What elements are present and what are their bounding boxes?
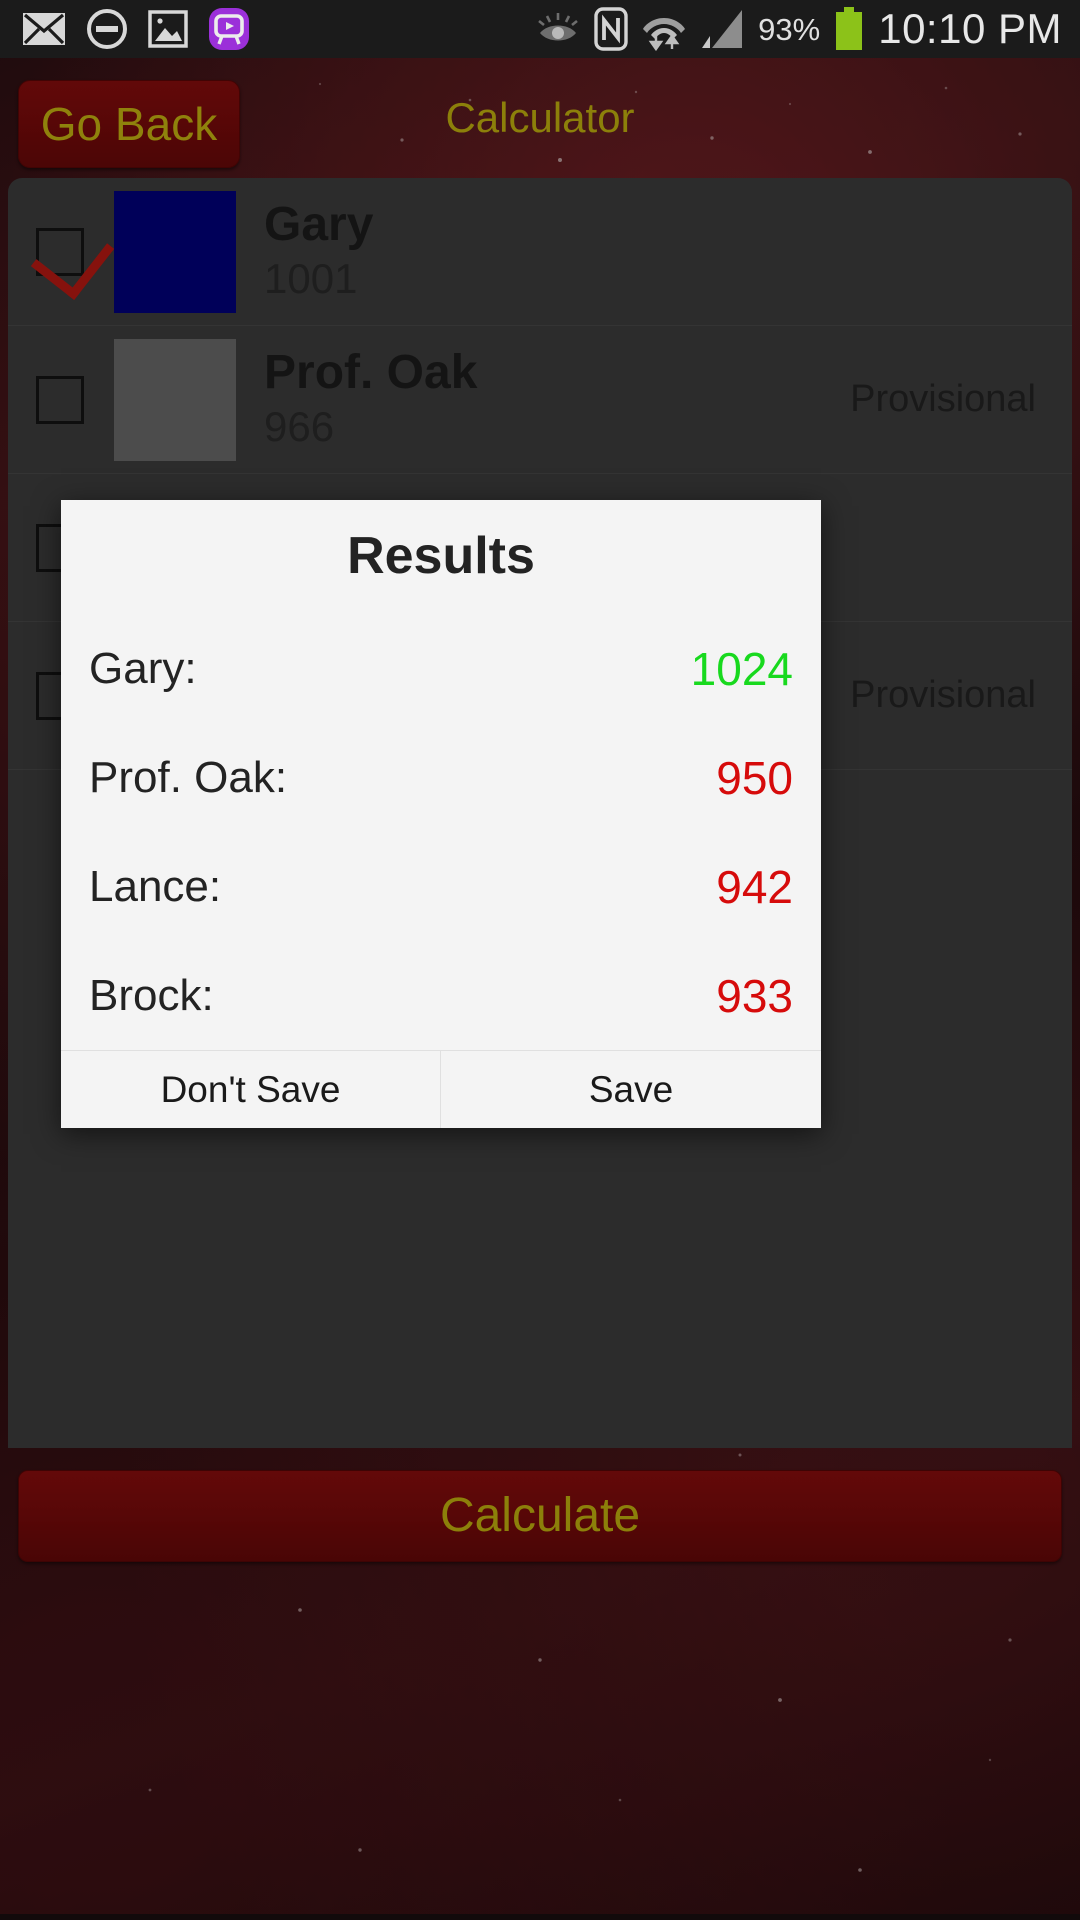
results-dialog: Results Gary: 1024 Prof. Oak: 950 Lance:… [61, 500, 821, 1128]
status-bar[interactable]: 93% 10:10 PM [0, 0, 1080, 58]
result-value: 1024 [690, 642, 793, 695]
dialog-title: Results [347, 527, 535, 585]
signal-bars-icon [702, 10, 743, 48]
result-row: Brock: 933 [89, 941, 793, 1050]
navigation-bar [0, 1914, 1080, 1920]
battery-percent-label: 93% [758, 11, 821, 47]
result-value: 950 [716, 751, 793, 804]
gallery-icon [148, 10, 188, 48]
clock-label: 10:10 PM [878, 5, 1062, 52]
result-label: Gary: [89, 643, 197, 693]
mail-icon [23, 13, 65, 45]
nfc-icon [594, 7, 628, 51]
result-value: 942 [716, 860, 793, 913]
do-not-disturb-icon [87, 9, 127, 49]
status-bar-notification-icons [0, 6, 250, 52]
result-label: Brock: [89, 970, 214, 1020]
wifi-data-transfer-icon [643, 18, 686, 51]
dialog-results-list: Gary: 1024 Prof. Oak: 950 Lance: 942 Bro… [61, 604, 821, 1050]
dialog-action-bar: Don't Save Save [61, 1050, 821, 1128]
result-row: Gary: 1024 [89, 614, 793, 723]
smart-stay-eye-icon [538, 13, 578, 41]
result-value: 933 [716, 969, 793, 1022]
status-bar-system-icons: 93% 10:10 PM [536, 7, 1080, 51]
result-label: Prof. Oak: [89, 752, 288, 802]
result-label: Lance: [89, 861, 222, 911]
video-app-icon [209, 8, 249, 50]
save-button[interactable]: Save [441, 1051, 821, 1128]
result-row: Lance: 942 [89, 832, 793, 941]
result-row: Prof. Oak: 950 [89, 723, 793, 832]
dont-save-button[interactable]: Don't Save [61, 1051, 441, 1128]
battery-icon [836, 7, 863, 50]
